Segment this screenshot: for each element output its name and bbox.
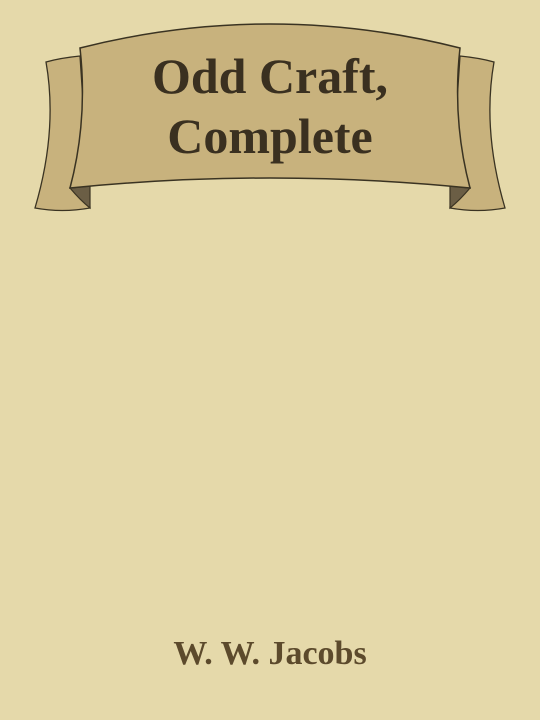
title-line-1: Odd Craft,: [151, 48, 389, 104]
book-cover: Odd Craft, Complete W. W. Jacobs: [0, 0, 540, 720]
book-title: Odd Craft, Complete: [70, 46, 470, 166]
author-name: W. W. Jacobs: [173, 635, 367, 672]
title-line-2: Complete: [167, 108, 373, 164]
